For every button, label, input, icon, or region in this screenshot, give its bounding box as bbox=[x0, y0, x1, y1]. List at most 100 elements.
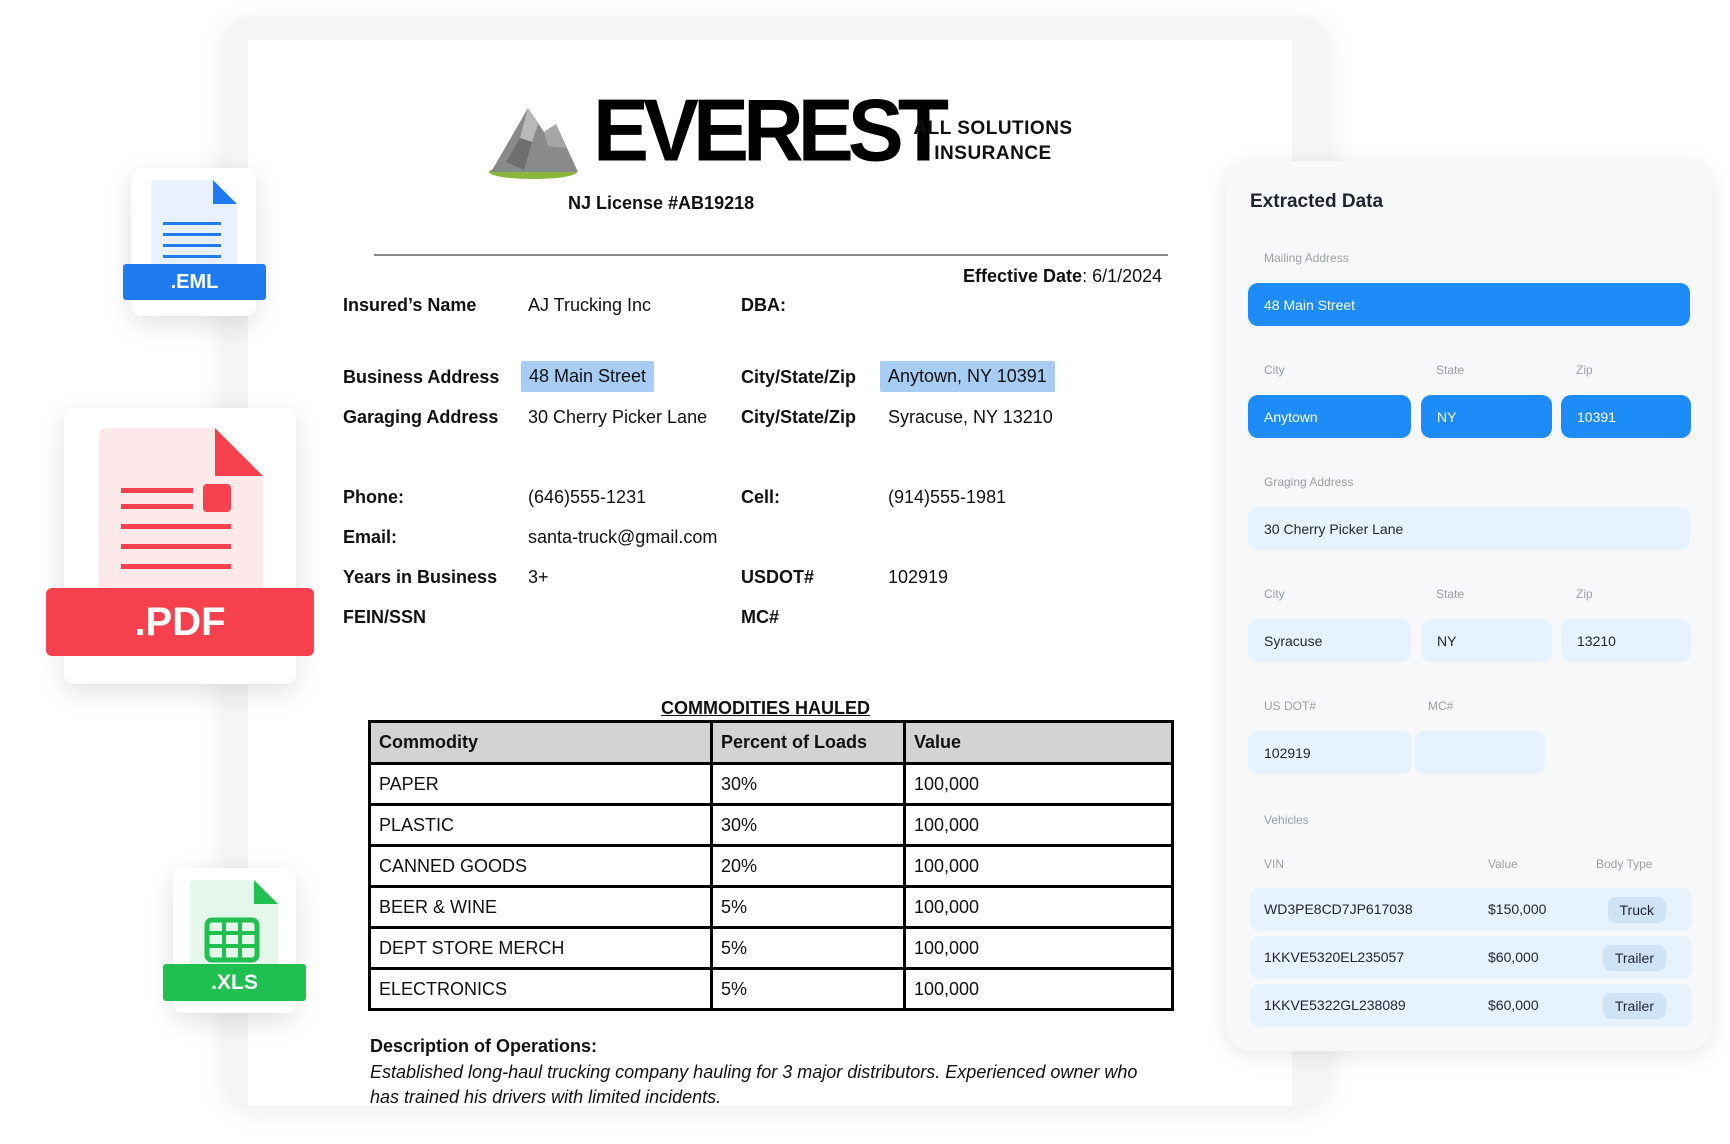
vehicle-value: $60,000 bbox=[1488, 949, 1539, 965]
column-header: Percent of Loads bbox=[710, 720, 906, 765]
garaging-state-label: State bbox=[1436, 587, 1465, 601]
email-value: santa-truck@gmail.com bbox=[528, 527, 718, 547]
xls-file-card[interactable]: .XLS bbox=[163, 868, 306, 1013]
table-cell: 100,000 bbox=[903, 844, 1174, 888]
table-cell: 100,000 bbox=[903, 885, 1174, 929]
business-address-value: 48 Main Street bbox=[521, 361, 655, 392]
vehicle-row[interactable]: WD3PE8CD7JP617038 $150,000 Truck bbox=[1250, 888, 1692, 931]
garaging-state-field[interactable]: NY bbox=[1421, 619, 1552, 662]
pdf-label: .PDF bbox=[46, 588, 314, 656]
vehicle-value: $60,000 bbox=[1488, 997, 1539, 1013]
vehicle-row[interactable]: 1KKVE5322GL238089 $60,000 Trailer bbox=[1250, 984, 1692, 1027]
vehicle-row[interactable]: 1KKVE5320EL235057 $60,000 Trailer bbox=[1250, 936, 1692, 979]
brand-tagline: ALL SOLUTIONS INSURANCE bbox=[913, 118, 1073, 164]
usdot-value: 102919 bbox=[888, 567, 949, 587]
table-cell: ELECTRONICS bbox=[368, 967, 713, 1011]
table-cell: PAPER bbox=[368, 762, 713, 806]
mailing-city-field[interactable]: Anytown bbox=[1248, 395, 1411, 438]
mailing-zip-label: Zip bbox=[1576, 363, 1593, 377]
table-row: PLASTIC 30% 100,000 bbox=[368, 803, 1174, 847]
business-city-state-zip-label: City/State/Zip bbox=[741, 367, 857, 387]
table-cell: 5% bbox=[710, 885, 906, 929]
table-cell: 30% bbox=[710, 762, 906, 806]
operations-title: Description of Operations: bbox=[370, 1036, 598, 1056]
table-cell: DEPT STORE MERCH bbox=[368, 926, 713, 970]
extracted-data-panel: Extracted Data Mailing Address 48 Main S… bbox=[1226, 161, 1712, 1051]
cell-value: (914)555-1981 bbox=[888, 487, 1007, 507]
vehicles-label: Vehicles bbox=[1264, 813, 1309, 827]
operations-description: Established long-haul trucking company h… bbox=[370, 1062, 1138, 1106]
vehicle-body-type-badge: Trailer bbox=[1602, 993, 1666, 1019]
phone-label: Phone: bbox=[343, 487, 404, 507]
dba-label: DBA: bbox=[741, 295, 786, 315]
table-cell: PLASTIC bbox=[368, 803, 713, 847]
usdot-label: US DOT# bbox=[1264, 699, 1317, 713]
table-cell: 30% bbox=[710, 803, 906, 847]
garaging-city-field[interactable]: Syracuse bbox=[1248, 619, 1411, 662]
garaging-city-state-zip-value: Syracuse, NY 13210 bbox=[888, 407, 1053, 427]
years-in-business-value: 3+ bbox=[528, 567, 549, 587]
business-city-state-zip-value: Anytown, NY 10391 bbox=[880, 361, 1055, 392]
mailing-zip-field[interactable]: 10391 bbox=[1561, 395, 1691, 438]
garaging-address-value: 30 Cherry Picker Lane bbox=[528, 407, 708, 427]
value-column-header: Value bbox=[1488, 857, 1518, 871]
mailing-state-field[interactable]: NY bbox=[1421, 395, 1552, 438]
vehicle-vin: 1KKVE5320EL235057 bbox=[1264, 949, 1405, 965]
garaging-city-label: City bbox=[1264, 587, 1285, 601]
header-divider bbox=[374, 254, 1168, 256]
phone-value: (646)555-1231 bbox=[528, 487, 647, 507]
business-address-label: Business Address bbox=[343, 367, 500, 387]
column-header: Value bbox=[903, 720, 1174, 765]
table-row: DEPT STORE MERCH 5% 100,000 bbox=[368, 926, 1174, 970]
garaging-city-state-zip-label: City/State/Zip bbox=[741, 407, 857, 427]
vehicle-body-type-badge: Trailer bbox=[1602, 945, 1666, 971]
vehicle-value: $150,000 bbox=[1488, 901, 1547, 917]
table-cell: 100,000 bbox=[903, 762, 1174, 806]
fein-label: FEIN/SSN bbox=[343, 607, 427, 627]
table-row: ELECTRONICS 5% 100,000 bbox=[368, 967, 1174, 1011]
mc-field[interactable] bbox=[1414, 731, 1545, 774]
mailing-state-label: State bbox=[1436, 363, 1465, 377]
mailing-city-label: City bbox=[1264, 363, 1285, 377]
table-header-row: Commodity Percent of Loads Value bbox=[368, 720, 1174, 765]
mailing-address-label: Mailing Address bbox=[1264, 251, 1349, 265]
garaging-address-label: Garaging Address bbox=[343, 407, 499, 427]
table-cell: 5% bbox=[710, 926, 906, 970]
mountain-logo-icon bbox=[489, 108, 578, 179]
garaging-zip-label: Zip bbox=[1576, 587, 1593, 601]
vehicle-vin: WD3PE8CD7JP617038 bbox=[1264, 901, 1413, 917]
panel-title: Extracted Data bbox=[1250, 191, 1384, 212]
email-label: Email: bbox=[343, 527, 398, 547]
usdot-field[interactable]: 102919 bbox=[1248, 731, 1412, 774]
garaging-zip-field[interactable]: 13210 bbox=[1561, 619, 1691, 662]
mailing-address-field[interactable]: 48 Main Street bbox=[1248, 283, 1690, 326]
table-row: PAPER 30% 100,000 bbox=[368, 762, 1174, 806]
vehicle-vin: 1KKVE5322GL238089 bbox=[1264, 997, 1406, 1013]
body-type-column-header: Body Type bbox=[1596, 857, 1653, 871]
table-row: CANNED GOODS 20% 100,000 bbox=[368, 844, 1174, 888]
license-number: NJ License #AB19218 bbox=[568, 193, 755, 213]
mc-label: MC# bbox=[741, 607, 780, 627]
garaging-address-field[interactable]: 30 Cherry Picker Lane bbox=[1248, 507, 1690, 550]
vin-column-header: VIN bbox=[1264, 857, 1285, 871]
pdf-file-card[interactable]: .PDF bbox=[46, 408, 314, 684]
table-cell: 100,000 bbox=[903, 803, 1174, 847]
column-header: Commodity bbox=[368, 720, 713, 765]
table-cell: CANNED GOODS bbox=[368, 844, 713, 888]
eml-file-card[interactable]: .EML bbox=[123, 168, 266, 316]
mc-label: MC# bbox=[1428, 699, 1454, 713]
cell-label: Cell: bbox=[741, 487, 781, 507]
table-cell: 20% bbox=[710, 844, 906, 888]
insured-name-value: AJ Trucking Inc bbox=[528, 295, 652, 315]
table-cell: BEER & WINE bbox=[368, 885, 713, 929]
table-cell: 100,000 bbox=[903, 926, 1174, 970]
xls-label: .XLS bbox=[163, 964, 306, 1001]
document-page: EVEREST ALL SOLUTIONS INSURANCE NJ Licen… bbox=[248, 40, 1292, 1106]
table-cell: 100,000 bbox=[903, 967, 1174, 1011]
commodities-table: Commodity Percent of Loads Value PAPER 30… bbox=[368, 720, 1174, 1011]
usdot-label: USDOT# bbox=[741, 567, 815, 587]
years-in-business-label: Years in Business bbox=[343, 567, 498, 587]
table-row: BEER & WINE 5% 100,000 bbox=[368, 885, 1174, 929]
eml-label: .EML bbox=[123, 264, 266, 300]
effective-date: Effective Date: 6/1/2024 bbox=[963, 266, 1163, 286]
